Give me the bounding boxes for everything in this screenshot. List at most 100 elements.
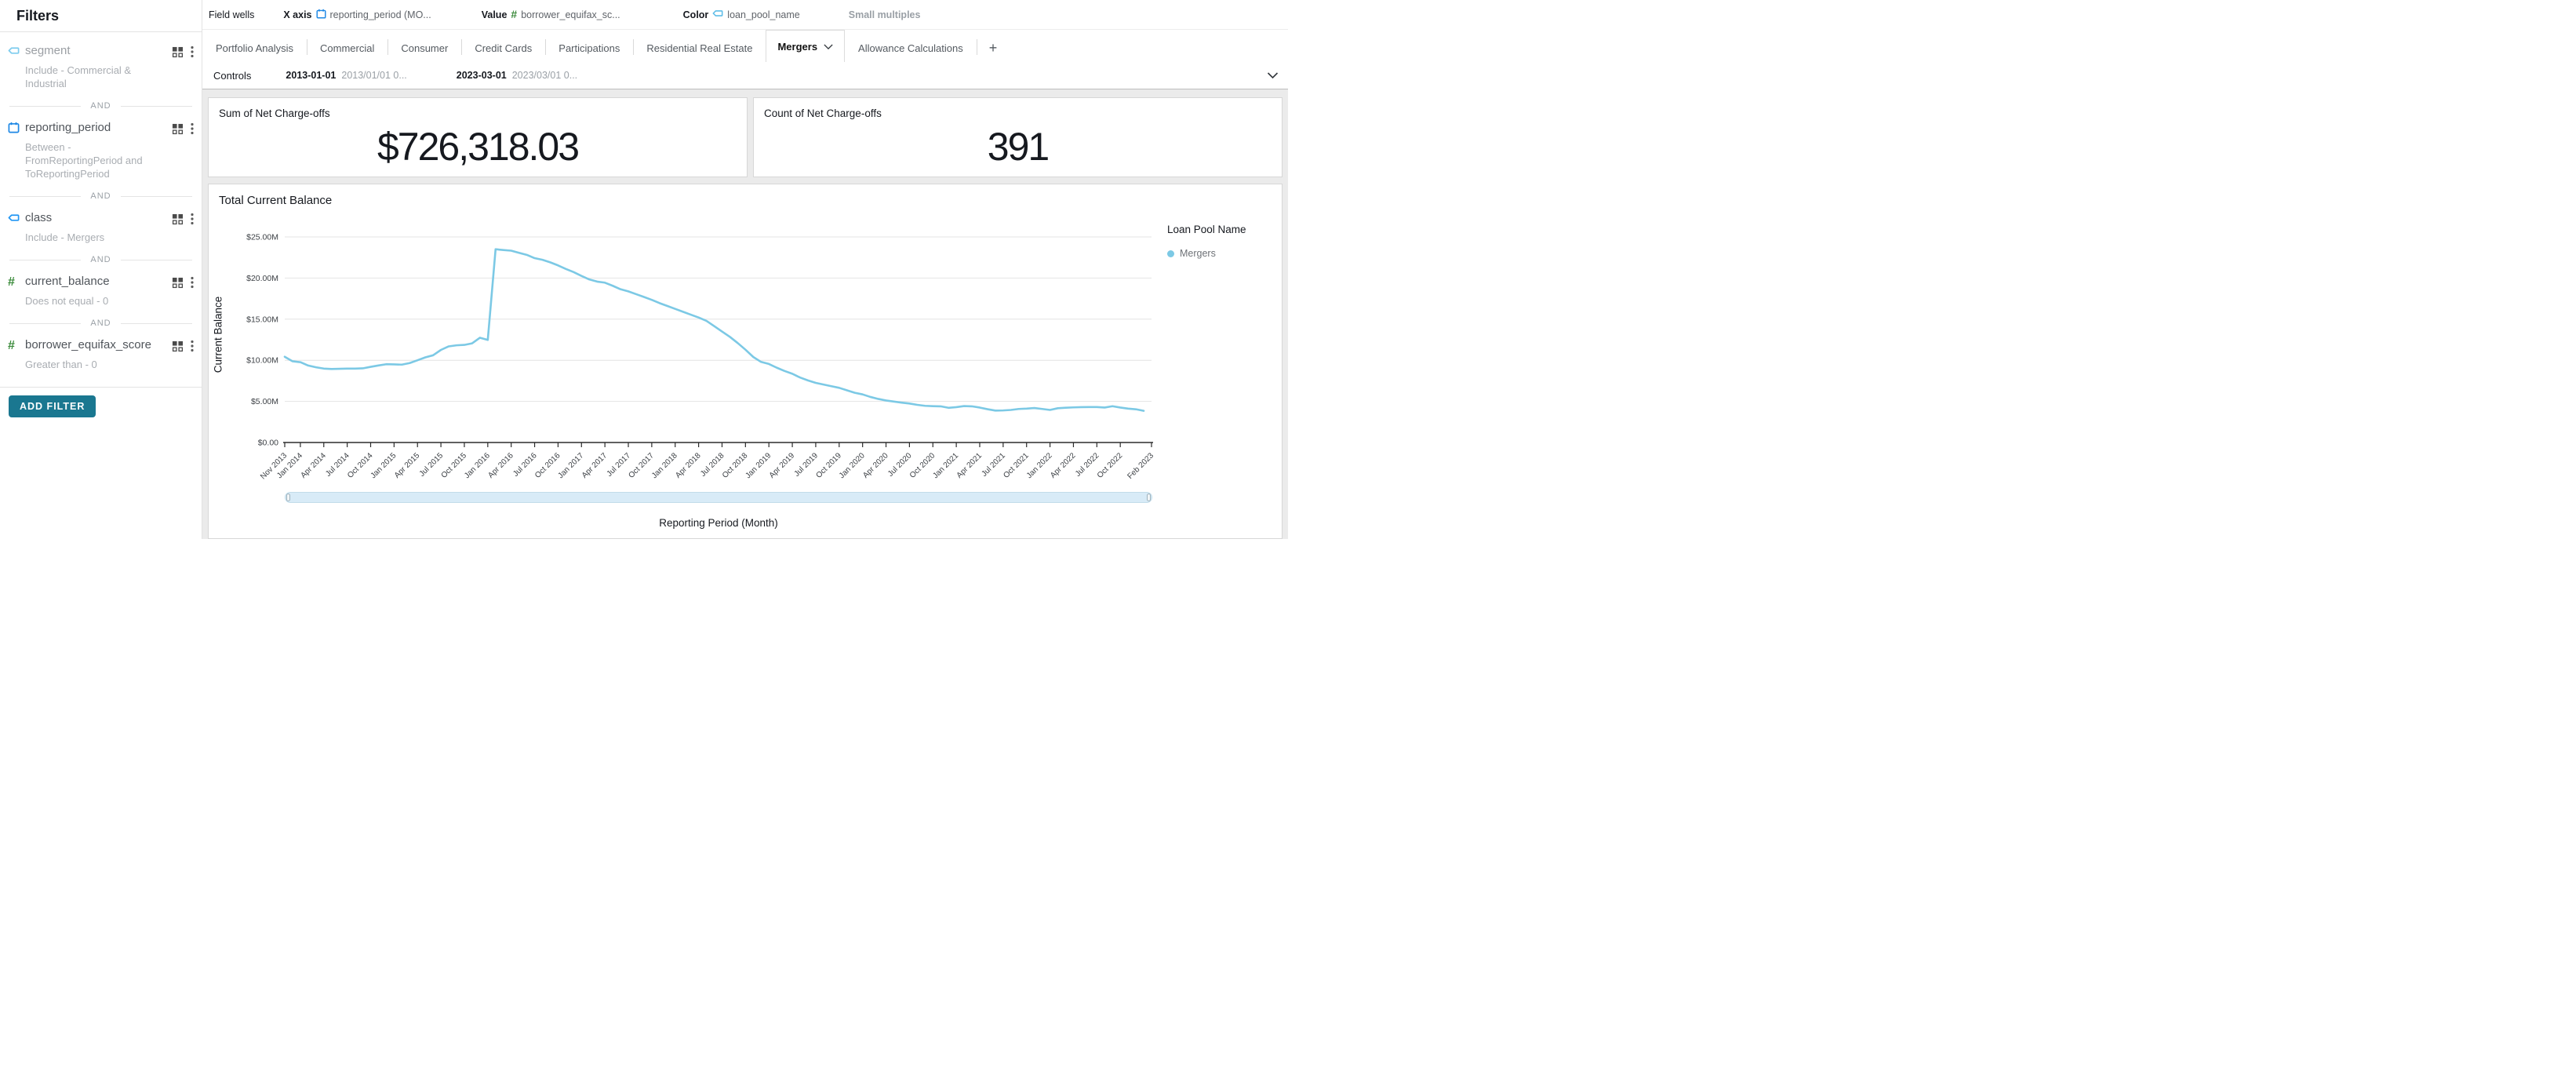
filter-condition: Include - Commercial & Industrial xyxy=(0,62,202,95)
kpi-title: Sum of Net Charge-offs xyxy=(209,98,747,119)
field-wells-bar: Field wells X axis reporting_period (MO.… xyxy=(202,0,1288,30)
dashboard-root: Filters segmentInclude - Commercial & In… xyxy=(0,0,1288,539)
filter-menu-kebab-icon[interactable] xyxy=(191,122,194,139)
slider-handle-right[interactable] xyxy=(1147,493,1151,501)
legend-title: Loan Pool Name xyxy=(1167,224,1277,235)
filter-scope-grid-icon[interactable] xyxy=(172,341,184,356)
chart-legend: Loan Pool Name Mergers xyxy=(1167,224,1277,259)
field-well-small-multiples[interactable]: Small multiples xyxy=(849,9,921,20)
x-tick-label: Apr 2016 xyxy=(486,451,515,480)
filter-name: class xyxy=(25,210,167,226)
add-filter-button[interactable]: ADD FILTER xyxy=(9,395,96,417)
tab-residential-real-estate[interactable]: Residential Real Estate xyxy=(633,34,766,62)
and-label: AND xyxy=(81,101,120,111)
add-filter-section: ADD FILTER xyxy=(0,387,202,417)
y-tick-label: $10.00M xyxy=(246,356,278,366)
date-range-slider[interactable] xyxy=(285,492,1152,503)
to-date-control[interactable]: 2023-03-01 2023/03/01 0... xyxy=(457,70,577,81)
and-separator: AND xyxy=(9,319,192,328)
kpi-card-count-net-charge-offs[interactable]: Count of Net Charge-offs 391 xyxy=(753,97,1283,177)
from-date-control[interactable]: 2013-01-01 2013/01/01 0... xyxy=(286,70,406,81)
kpi-value: 391 xyxy=(754,117,1282,177)
filter-item-segment[interactable]: segment xyxy=(0,40,202,62)
and-separator: AND xyxy=(9,255,192,264)
legend-item-mergers[interactable]: Mergers xyxy=(1167,248,1277,259)
and-separator: AND xyxy=(9,191,192,201)
tab-participations[interactable]: Participations xyxy=(545,34,633,62)
hash-icon: # xyxy=(511,9,517,20)
filters-panel: Filters segmentInclude - Commercial & In… xyxy=(0,0,202,539)
filter-item-reporting_period[interactable]: reporting_period xyxy=(0,117,202,139)
calendar-icon xyxy=(8,120,25,137)
x-tick-label: Apr 2020 xyxy=(861,451,890,480)
x-tick-label: Feb 2023 xyxy=(1126,451,1155,481)
filter-condition: Between - FromReportingPeriod and ToRepo… xyxy=(0,139,202,185)
tab-credit-cards[interactable]: Credit Cards xyxy=(461,34,545,62)
filter-item-class[interactable]: class xyxy=(0,207,202,229)
field-well-x-axis[interactable]: X axis reporting_period (MO... xyxy=(283,9,431,21)
x-tick-label: Apr 2018 xyxy=(674,451,703,480)
tab-mergers[interactable]: Mergers xyxy=(766,30,845,62)
filter-scope-grid-icon[interactable] xyxy=(172,277,184,293)
filters-panel-title: Filters xyxy=(0,0,202,31)
filter-condition: Include - Mergers xyxy=(0,229,202,249)
kpi-title: Count of Net Charge-offs xyxy=(754,98,1282,119)
tab-portfolio-analysis[interactable]: Portfolio Analysis xyxy=(202,34,307,62)
small-multiples-label: Small multiples xyxy=(849,9,921,20)
x-tick-label: Apr 2014 xyxy=(299,451,328,480)
tab-commercial[interactable]: Commercial xyxy=(307,34,387,62)
filter-name: borrower_equifax_score xyxy=(25,337,167,353)
add-sheet-button[interactable]: + xyxy=(977,34,1010,62)
y-tick-label: $5.00M xyxy=(251,397,278,406)
tab-label: Mergers xyxy=(777,41,817,53)
from-date-detail: 2013/01/01 0... xyxy=(341,70,406,81)
to-date-value: 2023-03-01 xyxy=(457,70,507,81)
slider-handle-left[interactable] xyxy=(286,493,290,501)
line-chart[interactable]: $25.00M$20.00M$15.00M$10.00M$5.00M$0.00N… xyxy=(209,184,1283,490)
filter-menu-kebab-icon[interactable] xyxy=(191,46,194,62)
x-tick-label: Apr 2019 xyxy=(768,451,797,480)
sheet-canvas: Sum of Net Charge-offs $726,318.03 Count… xyxy=(202,89,1288,539)
filter-scope-grid-icon[interactable] xyxy=(172,46,184,62)
value-well-field: borrower_equifax_sc... xyxy=(521,9,620,20)
x-axis-title: Reporting Period (Month) xyxy=(285,517,1152,529)
tab-consumer[interactable]: Consumer xyxy=(387,34,461,62)
calendar-icon xyxy=(316,9,326,21)
tag-icon xyxy=(712,8,723,21)
sheet-tab-bar: Portfolio Analysis CommercialConsumerCred… xyxy=(202,30,1288,62)
from-date-value: 2013-01-01 xyxy=(286,70,336,81)
x-axis-well-field: reporting_period (MO... xyxy=(330,9,431,20)
tab-chevron-down-icon[interactable] xyxy=(824,44,833,49)
y-tick-label: $25.00M xyxy=(246,233,278,242)
filter-condition: Greater than - 0 xyxy=(0,356,202,376)
y-axis-title: Current Balance xyxy=(213,280,224,390)
x-tick-label: Apr 2021 xyxy=(955,451,984,480)
tab-allowance-calculations[interactable]: Allowance Calculations xyxy=(845,34,977,62)
color-well-field: loan_pool_name xyxy=(727,9,799,20)
hash-icon: # xyxy=(8,337,25,353)
x-tick-label: Apr 2017 xyxy=(580,451,609,480)
filter-item-borrower_equifax_score[interactable]: #borrower_equifax_score xyxy=(0,334,202,356)
series-line-mergers[interactable] xyxy=(285,249,1144,411)
filter-menu-kebab-icon[interactable] xyxy=(191,213,194,229)
kpi-value: $726,318.03 xyxy=(209,117,747,177)
color-well-label: Color xyxy=(683,9,709,20)
and-label: AND xyxy=(81,191,120,201)
kpi-card-sum-net-charge-offs[interactable]: Sum of Net Charge-offs $726,318.03 xyxy=(208,97,748,177)
filter-menu-kebab-icon[interactable] xyxy=(191,340,194,356)
y-tick-label: $20.00M xyxy=(246,274,278,283)
filter-scope-grid-icon[interactable] xyxy=(172,213,184,229)
field-well-value[interactable]: Value # borrower_equifax_sc... xyxy=(482,9,620,20)
tab-label: Allowance Calculations xyxy=(858,42,963,54)
tag-icon xyxy=(8,210,25,228)
filter-item-current_balance[interactable]: #current_balance xyxy=(0,271,202,293)
x-axis-well-label: X axis xyxy=(283,9,311,20)
collapse-controls-chevron-icon[interactable] xyxy=(1267,70,1279,81)
controls-bar: Controls 2013-01-01 2013/01/01 0... 2023… xyxy=(202,62,1288,89)
filter-menu-kebab-icon[interactable] xyxy=(191,276,194,293)
tab-label: Participations xyxy=(558,42,620,54)
filter-scope-grid-icon[interactable] xyxy=(172,123,184,139)
legend-dot-icon xyxy=(1167,250,1174,257)
tab-label: Portfolio Analysis xyxy=(216,42,293,54)
field-well-color[interactable]: Color loan_pool_name xyxy=(683,8,800,21)
